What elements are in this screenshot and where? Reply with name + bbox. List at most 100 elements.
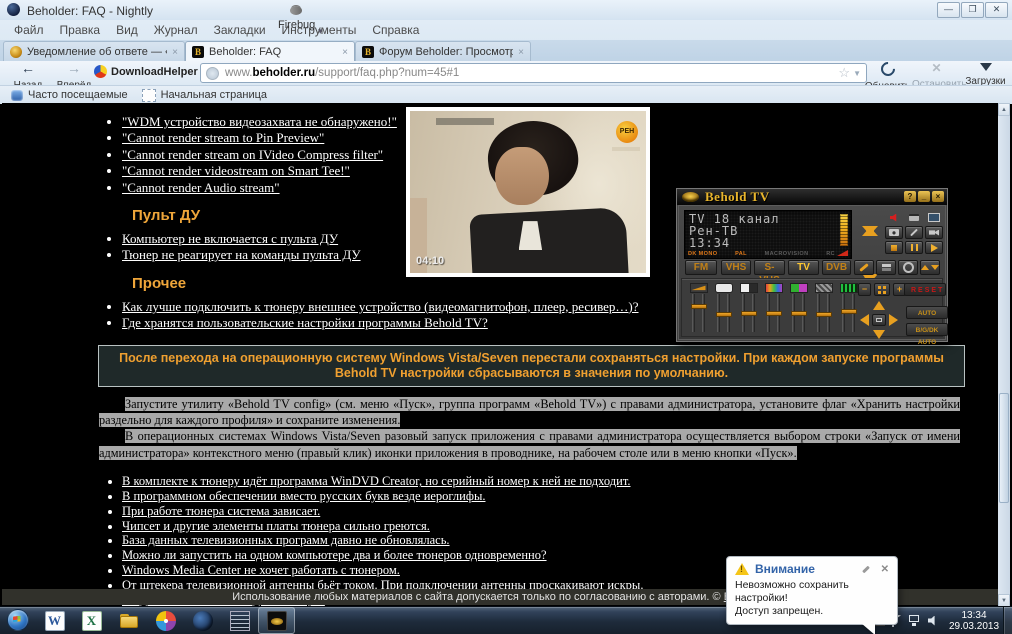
downloadhelper-button[interactable]: DownloadHelper [94,65,198,78]
notification-settings-icon[interactable] [862,565,870,573]
updown-button[interactable] [920,260,940,275]
faq-link[interactable]: Где хранятся пользовательские настройки … [122,315,488,330]
faq-link[interactable]: В комплекте к тюнеру идёт программа WinD… [122,474,631,488]
faq-link[interactable]: База данных телевизионных программ давно… [122,533,450,547]
display-icon[interactable] [925,211,943,224]
faq-link[interactable]: Windows Media Center не хочет работать с… [122,563,400,577]
channel-down-button[interactable] [862,226,878,252]
minimize-icon[interactable]: — [937,2,960,18]
scroll-up-icon[interactable]: ▲ [998,103,1010,116]
faq-link[interactable]: "Cannot render Audio stream" [122,180,280,195]
menu-item[interactable]: Закладки [206,20,274,40]
tab-close-icon[interactable]: × [172,47,178,58]
menu-item[interactable]: Вид [108,20,146,40]
taskbar-photos-button[interactable] [147,607,184,634]
bookmark-star-icon[interactable]: ☆ [838,65,850,81]
mode-button[interactable]: DVB [822,260,851,275]
saturation-slider[interactable] [761,280,786,335]
faq-link[interactable]: При работе тюнера система зависает. [122,504,320,518]
disc-button[interactable] [898,260,918,275]
browser-tab[interactable]: Уведомление об ответе — «При вы... × [3,41,185,62]
dpad-right-button[interactable] [889,314,898,326]
dpad-down-button[interactable] [873,330,885,339]
browser-tab[interactable]: Форум Beholder: Просмотр темы - ... × [355,41,531,62]
scrollbar-thumb[interactable] [999,393,1009,503]
vertical-scrollbar[interactable]: ▲ ▼ [998,103,1010,607]
mode-button[interactable]: S-VHS [754,260,785,275]
bgdk-auto-button[interactable]: B/G/DK AUTO [906,323,948,336]
close-icon[interactable]: ✕ [985,2,1008,18]
bookmark-item[interactable]: Часто посещаемые [4,89,135,101]
beholdtv-title-bar[interactable]: Behold TV ? _ × [677,189,947,205]
taskbar-clock[interactable]: 13:34 29.03.2013 [946,610,1002,632]
url-bar[interactable]: www.beholder.ru/support/faq.php?num=45#1… [200,63,867,83]
taskbar-browser-button[interactable] [184,607,221,634]
faq-link[interactable]: "Cannot render stream on IVideo Compress… [122,147,383,162]
menu-item[interactable]: Правка [52,20,109,40]
photo-capture-button[interactable] [885,226,903,239]
beholdtv-close-icon[interactable]: × [932,191,944,202]
faq-link[interactable]: "Cannot render videostream on Smart Tee!… [122,163,350,178]
tab-close-icon[interactable]: × [518,47,524,58]
firebug-dropdown-icon[interactable]: ▾ [318,26,323,37]
firebug-button[interactable]: Firebug [278,6,314,33]
sharpness-slider[interactable] [811,280,836,335]
reset-button[interactable]: RESET [904,283,946,296]
mode-button[interactable]: VHS [721,260,751,275]
grid-view-button[interactable] [874,283,890,296]
slider-handle[interactable] [791,311,807,316]
taskbar-notepad-button[interactable] [221,607,258,634]
network-icon[interactable] [909,615,921,626]
browser-tab[interactable]: Beholder: FAQ × [185,41,355,62]
restore-icon[interactable]: ❐ [961,2,984,18]
slider-handle[interactable] [741,311,757,316]
taskbar-explorer-button[interactable] [110,607,147,634]
faq-link[interactable]: В программном обеспечении вместо русских… [122,489,485,503]
settings-wrench-button[interactable] [854,260,874,275]
taskbar-beholdtv-button[interactable] [258,607,295,634]
play-button[interactable] [925,241,943,254]
mute-icon[interactable] [885,211,903,224]
taskbar-word-button[interactable] [36,607,73,634]
faq-link[interactable]: Тюнер не реагирует на команды пульта ДУ [122,247,361,262]
tab-close-icon[interactable]: × [342,47,348,58]
auto-button[interactable]: AUTO [906,306,948,319]
menu-item[interactable]: Журнал [146,20,206,40]
faq-link[interactable]: Как лучше подключить к тюнеру внешнее ус… [122,299,639,314]
slider-handle[interactable] [716,312,732,317]
slider-handle[interactable] [816,312,832,317]
record-button[interactable] [925,226,943,239]
faq-link[interactable]: "WDM устройство видеозахвата не обнаруже… [122,114,397,129]
speaker-icon[interactable] [928,616,939,626]
faq-link[interactable]: Чипсет и другие элементы платы тюнера си… [122,519,430,533]
faq-link[interactable]: Компьютер не включается с пульта ДУ [122,231,338,246]
edit-button[interactable] [905,226,923,239]
stop-button[interactable] [885,241,903,254]
brightness-slider[interactable] [711,280,736,335]
snapshot-icon[interactable] [905,211,923,224]
dpad-left-button[interactable] [860,314,869,326]
dpad-up-button[interactable] [873,301,885,310]
dpad-center-button[interactable] [872,314,886,326]
mode-button[interactable]: TV [788,260,819,275]
url-dropdown-icon[interactable]: ▼ [853,69,861,78]
mode-button[interactable]: FM [685,260,717,275]
contrast-slider[interactable] [736,280,761,335]
menu-item[interactable]: Справка [364,20,427,40]
menu-item[interactable]: Файл [6,20,52,40]
taskbar-excel-button[interactable] [73,607,110,634]
panel-toggle-button[interactable] [876,260,896,275]
faq-link[interactable]: Можно ли запустить на одном компьютере д… [122,548,547,562]
slider-handle[interactable] [766,311,782,316]
bookmark-item[interactable]: Начальная страница [135,89,274,102]
zoom-out-button[interactable] [858,283,871,296]
slider-handle[interactable] [691,304,707,309]
volume-slider[interactable] [686,280,711,335]
show-desktop-button[interactable] [1003,607,1012,634]
faq-link[interactable]: "Cannot render stream to Pin Preview" [122,130,324,145]
beholdtv-minimize-icon[interactable]: _ [918,191,930,202]
beholdtv-help-icon[interactable]: ? [904,191,916,202]
notification-close-icon[interactable]: ✕ [881,564,889,575]
slider-handle[interactable] [841,309,857,314]
hue-slider[interactable] [786,280,811,335]
